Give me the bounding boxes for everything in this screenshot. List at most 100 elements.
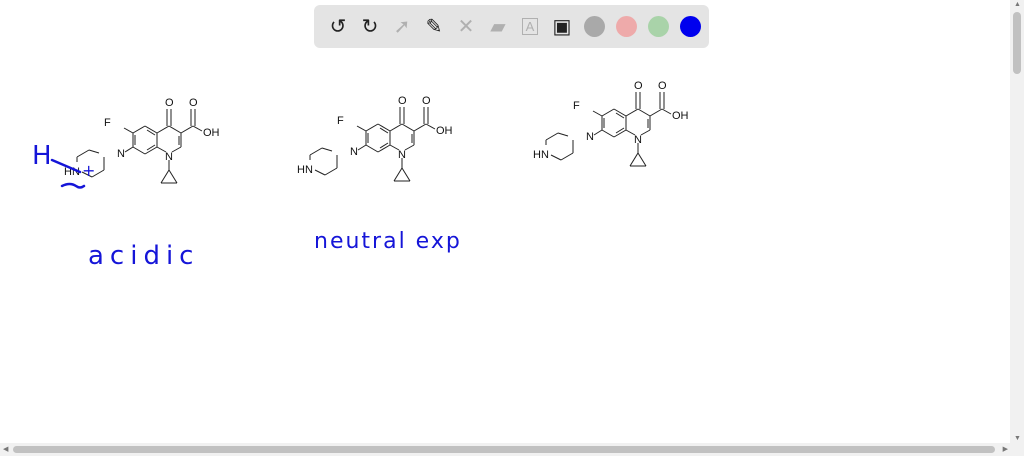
text-icon: A xyxy=(521,18,539,35)
drawing-toolbar: ↺ ↻ ➚ ✎ ✕ ▰ A ▣ xyxy=(314,5,709,48)
drawing-canvas[interactable]: O OOHFNNHNO OOHFNNHNO OOHFNNHN H + acidic n… xyxy=(0,0,1010,443)
bond xyxy=(601,129,615,138)
bond xyxy=(629,152,639,167)
atom-label-ketone_o: O xyxy=(165,97,174,109)
bond xyxy=(357,144,367,151)
bond xyxy=(156,125,170,134)
vertical-scrollbar[interactable]: ▲ ▼ xyxy=(1010,0,1024,443)
horizontal-scroll-thumb[interactable] xyxy=(13,446,995,453)
ciprofloxacin-structure-2: O O OH F N N HN xyxy=(297,95,453,182)
bond xyxy=(180,125,194,134)
bond xyxy=(592,110,603,117)
atom-label-pip_nh: HN xyxy=(297,164,313,176)
color-swatch-3[interactable] xyxy=(642,11,674,43)
bond xyxy=(401,123,415,132)
bond xyxy=(132,146,146,155)
bond xyxy=(76,149,90,158)
bond xyxy=(324,167,338,176)
scroll-down-arrow-icon[interactable]: ▼ xyxy=(1014,435,1021,442)
bond xyxy=(365,144,379,153)
annotation-neutral: neutral exp xyxy=(314,229,462,254)
bond xyxy=(132,125,146,134)
bond xyxy=(123,127,134,134)
bond xyxy=(401,167,411,182)
color-dot-icon xyxy=(615,16,637,37)
bond xyxy=(314,169,326,176)
bond xyxy=(637,108,651,117)
color-dot-icon xyxy=(679,16,701,37)
atom-label-oh: OH xyxy=(203,127,220,139)
atom-label-oh: OH xyxy=(436,125,453,137)
bond xyxy=(393,167,403,182)
bond xyxy=(171,146,182,153)
bond xyxy=(550,154,562,161)
bond xyxy=(88,149,100,154)
redo-button[interactable]: ↻ xyxy=(354,11,386,43)
atom-label-acid_o: O xyxy=(658,80,667,92)
vertical-scroll-thumb[interactable] xyxy=(1013,12,1021,74)
atom-label-pip_n: N xyxy=(586,131,594,143)
bond xyxy=(168,169,178,184)
scroll-right-arrow-icon[interactable]: ▶ xyxy=(1003,445,1008,453)
undo-button[interactable]: ↺ xyxy=(322,11,354,43)
undo-icon: ↺ xyxy=(329,16,347,38)
annotation-plus: + xyxy=(82,161,95,180)
ink-stroke-underline xyxy=(60,182,86,189)
color-swatch-2[interactable] xyxy=(610,11,642,43)
color-dot-icon xyxy=(647,16,669,37)
scroll-up-arrow-icon[interactable]: ▲ xyxy=(1014,1,1021,8)
color-swatch-1[interactable] xyxy=(578,11,610,43)
bond xyxy=(168,125,182,134)
bond xyxy=(192,125,203,132)
color-swatch-4[interactable] xyxy=(674,11,706,43)
bond xyxy=(625,108,639,117)
atom-label-n1: N xyxy=(398,149,406,161)
eraser-icon: ▰ xyxy=(490,16,506,38)
atom-label-acid_o: O xyxy=(422,95,431,107)
atom-label-acid_o: O xyxy=(189,97,198,109)
annotation-h: H xyxy=(32,141,52,171)
bond xyxy=(593,129,603,136)
atom-label-pip_nh: HN xyxy=(533,149,549,161)
atom-label-n1: N xyxy=(634,134,642,146)
bond xyxy=(601,108,615,117)
horizontal-scrollbar[interactable]: ◀ ▶ xyxy=(0,443,1024,456)
bond xyxy=(425,123,436,130)
bond xyxy=(365,123,379,132)
pen-icon: ✎ xyxy=(425,16,443,38)
select-pointer-icon: ➚ xyxy=(393,16,411,38)
scroll-left-arrow-icon[interactable]: ◀ xyxy=(3,445,8,453)
image-button[interactable]: ▣ xyxy=(546,11,578,43)
bond xyxy=(560,152,574,161)
bond xyxy=(413,123,427,132)
bond xyxy=(389,123,403,132)
tools-button[interactable]: ✕ xyxy=(450,11,482,43)
bond xyxy=(557,132,569,137)
bond xyxy=(160,169,170,184)
eraser-button[interactable]: ▰ xyxy=(482,11,514,43)
pen-button[interactable]: ✎ xyxy=(418,11,450,43)
image-icon: ▣ xyxy=(552,16,572,38)
atom-label-f: F xyxy=(104,117,111,129)
annotation-acidic: acidic xyxy=(88,241,199,271)
bond xyxy=(321,147,333,152)
atom-label-pip_n: N xyxy=(350,146,358,158)
tools-icon: ✕ xyxy=(457,16,475,38)
atom-label-f: F xyxy=(573,100,580,112)
atom-label-pip_n: N xyxy=(117,148,125,160)
bond xyxy=(649,108,663,117)
atom-label-f: F xyxy=(337,115,344,127)
text-button[interactable]: A xyxy=(514,11,546,43)
atom-label-ketone_o: O xyxy=(398,95,407,107)
ciprofloxacin-structure-3: O O OH F N N HN xyxy=(533,80,689,167)
bond xyxy=(309,147,323,156)
bond xyxy=(637,152,647,167)
select-pointer-button[interactable]: ➚ xyxy=(386,11,418,43)
atom-label-ketone_o: O xyxy=(634,80,643,92)
bond xyxy=(545,132,559,141)
bond xyxy=(661,108,672,115)
bond xyxy=(640,129,651,136)
bond xyxy=(356,125,367,132)
color-dot-icon xyxy=(583,16,605,37)
atom-label-n1: N xyxy=(165,151,173,163)
